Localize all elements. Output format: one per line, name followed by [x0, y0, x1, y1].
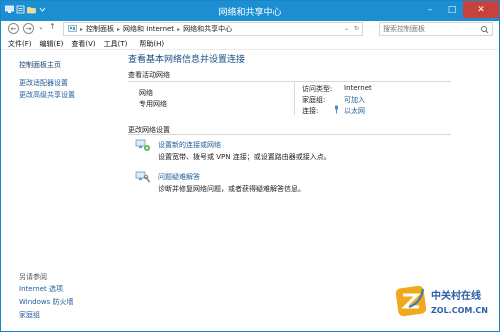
maximize-button[interactable]: □ — [441, 1, 463, 18]
new-connection-icon — [135, 139, 150, 151]
see-also-windows-firewall[interactable]: Windows 防火墙 — [19, 297, 73, 307]
arrow-right-icon: → — [25, 24, 32, 33]
troubleshoot-link[interactable]: 问题疑难解答 — [158, 172, 200, 182]
watermark-en: ZOL.COM.CN — [431, 306, 488, 315]
active-networks-label: 查看活动网络 — [128, 71, 170, 79]
page-title: 查看基本网络信息并设置连接 — [128, 55, 246, 65]
back-button[interactable]: ← — [8, 23, 19, 34]
menu-help[interactable]: 帮助(H) — [139, 39, 164, 49]
homegroup-link[interactable]: 可加入 — [344, 95, 365, 105]
ethernet-link[interactable]: 以太网 — [344, 106, 365, 116]
refresh-icon[interactable]: ↻ — [354, 25, 359, 32]
close-button[interactable]: ✕ — [463, 1, 499, 18]
network-type[interactable]: 专用网络 — [139, 99, 167, 109]
search-input[interactable]: 搜索控制面板 — [379, 22, 493, 36]
chevron-down-icon: ⌄ — [38, 23, 44, 31]
address-actions: ⌄ ↻ — [344, 25, 359, 32]
breadcrumb-network-internet[interactable]: 网络和 Internet — [123, 24, 174, 34]
arrow-left-icon: ← — [10, 24, 17, 33]
setup-connection-description: 设置宽带、拨号或 VPN 连接；或设置路由器或接入点。 — [158, 153, 331, 161]
troubleshoot-description: 诊断并修复网络问题，或者获得疑难解答信息。 — [158, 185, 305, 193]
divider — [128, 81, 451, 82]
see-also-internet-options[interactable]: Internet 选项 — [19, 284, 63, 294]
access-type-value: Internet — [344, 84, 372, 92]
breadcrumb-separator: ▸ — [117, 25, 121, 33]
search-placeholder: 搜索控制面板 — [383, 25, 425, 33]
access-type-label: 访问类型: — [302, 85, 333, 93]
title-bar[interactable]: 网络和共享中心 – □ ✕ — [1, 1, 499, 21]
minimize-button[interactable]: – — [419, 1, 441, 18]
breadcrumb-separator: ▸ — [80, 25, 84, 33]
address-dropdown-icon[interactable]: ⌄ — [344, 25, 349, 32]
divider — [128, 134, 451, 135]
sidebar: 控制面板主页 更改适配器设置 更改高级共享设置 另请参阅 Internet 选项… — [1, 51, 116, 331]
sidebar-item-control-panel-home[interactable]: 控制面板主页 — [19, 60, 61, 70]
recent-locations-button[interactable]: ⌄ — [38, 23, 44, 31]
address-field[interactable]: ▸ 控制面板 ▸ 网络和 Internet ▸ 网络和共享中心 ⌄ ↻ — [63, 22, 363, 36]
see-also-label: 另请参阅 — [19, 273, 47, 281]
setup-connection-link[interactable]: 设置新的连接或网络 — [158, 140, 221, 150]
network-name: 网络 — [139, 89, 153, 97]
up-button[interactable]: ↑ — [49, 22, 56, 31]
sidebar-item-change-adapter-settings[interactable]: 更改适配器设置 — [19, 78, 68, 88]
zol-watermark-logo: 中关村在线 ZOL.COM.CN — [395, 283, 495, 321]
menu-file[interactable]: 文件(F) — [8, 39, 32, 49]
window: 网络和共享中心 – □ ✕ ← → ⌄ ↑ ▸ 控制面板 ▸ 网络和 Inter… — [0, 0, 500, 332]
breadcrumb-control-panel[interactable]: 控制面板 — [86, 24, 114, 34]
control-panel-icon — [68, 25, 77, 32]
divider-vertical — [294, 81, 295, 115]
address-bar-row: ← → ⌄ ↑ ▸ 控制面板 ▸ 网络和 Internet ▸ 网络和共享中心 … — [1, 21, 499, 38]
homegroup-label: 家庭组: — [302, 96, 326, 104]
breadcrumb-network-sharing-center[interactable]: 网络和共享中心 — [183, 24, 232, 34]
breadcrumb-separator: ▸ — [177, 25, 181, 33]
watermark-cn: 中关村在线 — [431, 289, 481, 302]
ethernet-icon — [333, 105, 340, 116]
menu-tools[interactable]: 工具(T) — [104, 39, 128, 49]
see-also-homegroup[interactable]: 家庭组 — [19, 310, 40, 320]
window-controls: – □ ✕ — [419, 1, 499, 18]
search-icon — [481, 26, 489, 34]
menu-bar: 文件(F) 编辑(E) 查看(V) 工具(T) 帮助(H) — [1, 38, 499, 50]
arrow-up-icon: ↑ — [49, 22, 56, 31]
menu-edit[interactable]: 编辑(E) — [40, 39, 64, 49]
menu-view[interactable]: 查看(V) — [71, 39, 95, 49]
forward-button[interactable]: → — [23, 23, 34, 34]
sidebar-item-change-advanced-sharing[interactable]: 更改高级共享设置 — [19, 90, 75, 100]
connections-label: 连接: — [302, 107, 319, 115]
troubleshoot-icon — [135, 171, 151, 183]
